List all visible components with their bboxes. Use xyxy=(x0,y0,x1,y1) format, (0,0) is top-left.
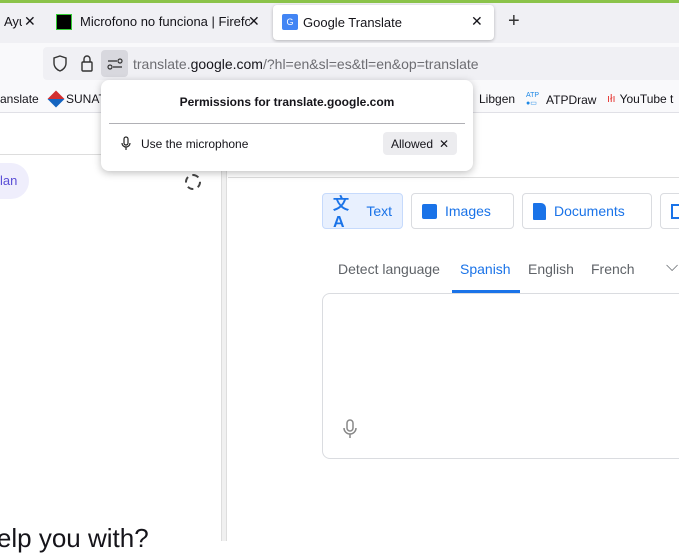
tab-microfono[interactable]: Microfono no funciona | Firefox ✕ xyxy=(52,5,268,38)
translate-icon: 文A xyxy=(333,196,350,231)
permission-label: Use the microphone xyxy=(141,137,249,151)
tab-ayu[interactable]: Ayu ✕ xyxy=(0,5,40,38)
site-favicon-icon xyxy=(56,13,72,30)
permissions-popup: Permissions for translate.google.com Use… xyxy=(101,80,473,171)
microphone-icon xyxy=(121,136,131,150)
permission-state-badge[interactable]: Allowed ✕ xyxy=(383,132,457,155)
website-icon xyxy=(671,203,679,219)
url-domain-prefix: translate. xyxy=(133,56,191,72)
lang-detect[interactable]: Detect language xyxy=(338,261,440,277)
bookmark-label: SUNAT xyxy=(66,92,106,106)
bookmark-label: anslate xyxy=(0,92,39,106)
lang-spanish[interactable]: Spanish xyxy=(460,261,511,277)
permissions-button[interactable] xyxy=(101,50,128,77)
split-divider[interactable] xyxy=(221,155,227,541)
popup-divider xyxy=(109,123,465,124)
close-icon[interactable]: ✕ xyxy=(248,13,260,30)
sunat-icon xyxy=(47,90,65,108)
mode-label: Images xyxy=(445,203,491,219)
url-domain: google.com xyxy=(190,56,263,72)
atp-icon: ATP ●▭ xyxy=(526,92,540,107)
left-panel: lan I help you with? xyxy=(0,113,221,553)
bookmark-label: ATPDraw xyxy=(546,93,597,107)
shield-icon[interactable] xyxy=(52,55,68,72)
tab-title: Google Translate xyxy=(303,15,403,30)
lang-french[interactable]: French xyxy=(591,261,635,277)
lang-english[interactable]: English xyxy=(528,261,574,277)
permissions-icon xyxy=(107,58,123,70)
image-icon xyxy=(422,203,437,219)
tab-title: Microfono no funciona | Firefox xyxy=(80,14,250,29)
assistant-heading: I help you with? xyxy=(0,523,149,553)
bookmark-libgen[interactable]: Libgen xyxy=(479,92,515,106)
bookmark-label: Libgen xyxy=(479,92,516,106)
permission-state: Allowed xyxy=(391,136,434,151)
mode-label: Text xyxy=(366,203,392,219)
close-icon[interactable]: ✕ xyxy=(22,13,38,30)
bookmark-atpdraw[interactable]: ATP ●▭ ATPDraw xyxy=(526,92,596,108)
document-icon xyxy=(533,202,546,220)
google-translate-favicon-icon: G xyxy=(282,14,298,30)
clear-permission-icon[interactable]: ✕ xyxy=(439,137,449,151)
mode-images-button[interactable]: Images xyxy=(411,193,514,229)
url-path: /?hl=en&sl=es&tl=en&op=translate xyxy=(262,56,479,72)
plan-pill-label: lan xyxy=(0,173,18,188)
close-icon[interactable]: ✕ xyxy=(471,13,483,30)
source-text-input[interactable] xyxy=(322,293,679,459)
bookmark-sunat[interactable]: SUNAT xyxy=(47,90,106,108)
microphone-icon[interactable] xyxy=(343,419,357,439)
mode-websites-button[interactable] xyxy=(660,193,679,229)
url-text[interactable]: translate.google.com/?hl=en&sl=es&tl=en&… xyxy=(133,56,479,72)
mode-documents-button[interactable]: Documents xyxy=(522,193,652,229)
plan-pill[interactable]: lan xyxy=(0,163,29,199)
mode-text-button[interactable]: 文A Text xyxy=(322,193,403,231)
popup-title: Permissions for translate.google.com xyxy=(179,95,395,109)
bookmark-youtube[interactable]: ıłı YouTube t xyxy=(607,92,673,106)
youtube-icon: ıłı xyxy=(607,93,616,105)
loading-icon[interactable] xyxy=(185,174,201,190)
chevron-down-icon[interactable]: ⌵ xyxy=(666,258,678,276)
lock-icon[interactable] xyxy=(80,55,94,72)
mode-label: Documents xyxy=(554,203,625,219)
url-bar[interactable]: translate.google.com/?hl=en&sl=es&tl=en&… xyxy=(43,47,679,80)
bookmark-label: YouTube t xyxy=(619,92,674,106)
tab-google-translate[interactable]: G Google Translate ✕ xyxy=(273,5,494,40)
header-divider xyxy=(228,177,679,178)
new-tab-button[interactable]: + xyxy=(508,10,520,33)
bookmark-translate[interactable]: anslate xyxy=(0,92,39,106)
